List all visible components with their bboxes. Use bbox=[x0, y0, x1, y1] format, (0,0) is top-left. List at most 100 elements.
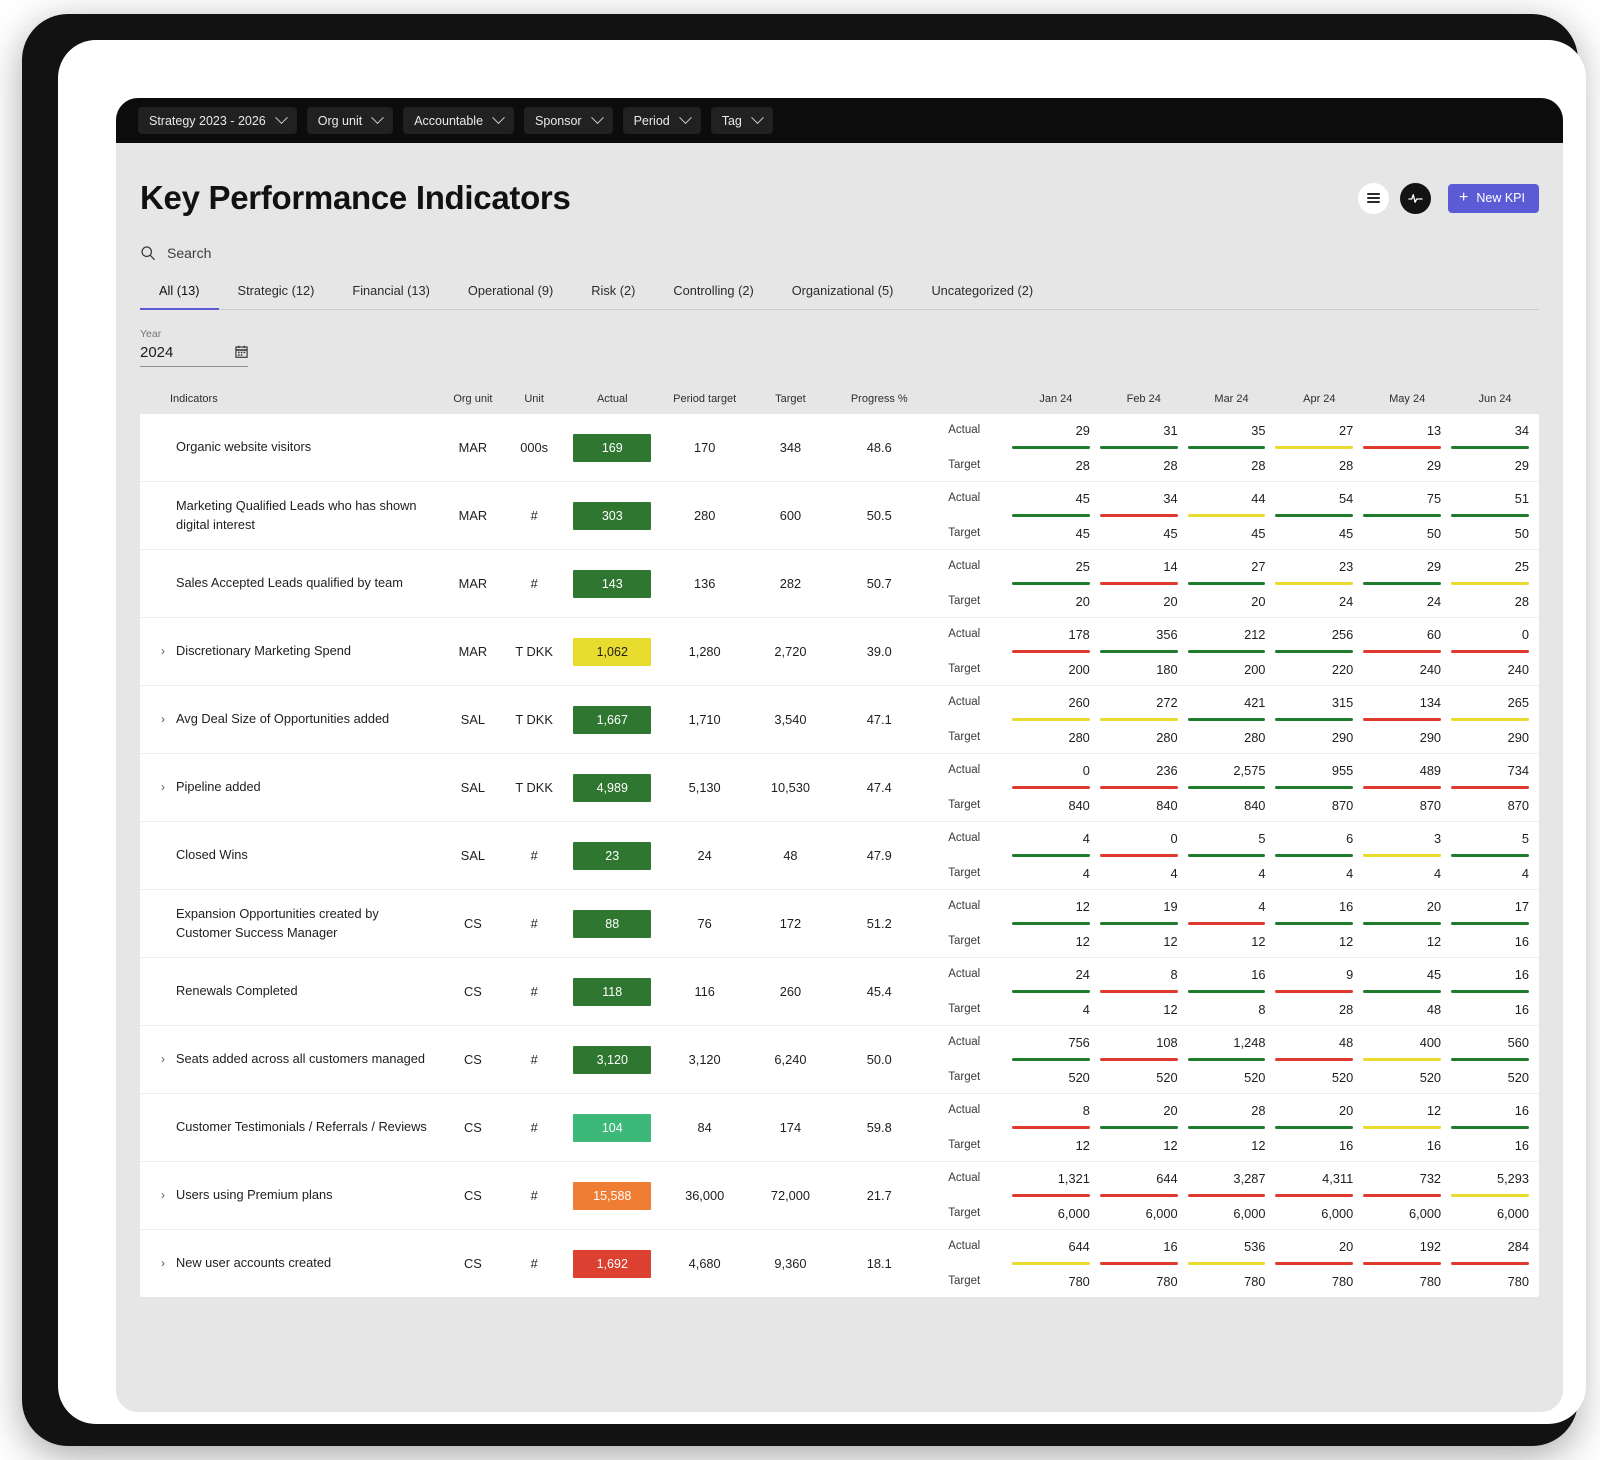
cell-unit: # bbox=[530, 984, 538, 999]
monthly-target-value: 290 bbox=[1331, 729, 1354, 745]
table-row[interactable]: ›Closed WinsSAL#23244847.9ActualTarget44… bbox=[140, 821, 1539, 890]
tab-uncategorized[interactable]: Uncategorized (2) bbox=[912, 283, 1052, 309]
cell-indicator: › Seats added across all customers manage… bbox=[140, 1026, 441, 1094]
monthly-target-value: 16 bbox=[1514, 933, 1529, 949]
cell-month-may-24: 192 780 bbox=[1363, 1230, 1451, 1298]
cell-unit: T DKK bbox=[515, 712, 553, 727]
series-label-actual: Actual bbox=[948, 968, 981, 980]
monthly-actual-value: 108 bbox=[1156, 1034, 1178, 1050]
cell-month-jun-24: 17 16 bbox=[1451, 890, 1539, 958]
table-row[interactable]: › New user accounts created CS #1,692 4,680 9… bbox=[140, 1229, 1539, 1298]
table-row[interactable]: ›Marketing Qualified Leads who has shown… bbox=[140, 481, 1539, 550]
cell-target: 72,000 bbox=[770, 1188, 810, 1203]
tab-financial[interactable]: Financial (13) bbox=[333, 283, 449, 309]
year-filter[interactable]: Year 2024 bbox=[140, 328, 248, 367]
plus-icon: + bbox=[1459, 189, 1469, 206]
cell-target: 9,360 bbox=[774, 1256, 807, 1271]
search-bar[interactable]: Search bbox=[140, 245, 1539, 261]
monthly-actual-value: 75 bbox=[1426, 490, 1442, 506]
monthly-target-value: 45 bbox=[1163, 525, 1178, 541]
table-row[interactable]: ›Customer Testimonials / Referrals / Rev… bbox=[140, 1093, 1539, 1162]
cell-actual: 118 bbox=[564, 958, 661, 1026]
indicator-name: Customer Testimonials / Referrals / Revi… bbox=[176, 1119, 427, 1135]
cell-indicator: › Users using Premium plans bbox=[140, 1162, 441, 1230]
col-series-labels bbox=[926, 383, 1012, 414]
tab-all[interactable]: All (13) bbox=[140, 283, 219, 310]
table-row[interactable]: ›Organic website visitors MAR 000s 169 170 34… bbox=[140, 414, 1539, 482]
cell-month-may-24: 20 12 bbox=[1363, 890, 1451, 958]
table-row[interactable]: › Pipeline added SAL T DKK 4,989 5,130 10,530 4… bbox=[140, 753, 1539, 822]
cell-actual: 23 bbox=[564, 822, 661, 890]
table-header: Indicators Org unit Unit Actual Period targe… bbox=[140, 383, 1539, 414]
cell-month-mar-24: 4 12 bbox=[1187, 890, 1276, 958]
list-icon bbox=[1367, 190, 1381, 205]
cell-actual: 1,692 bbox=[564, 1230, 661, 1298]
filter-accountable[interactable]: Accountable bbox=[403, 107, 515, 134]
series-label-target: Target bbox=[948, 1207, 981, 1219]
monthly-target-value: 12 bbox=[1426, 933, 1442, 949]
monthly-target-value: 780 bbox=[1419, 1273, 1442, 1289]
filter-strategy[interactable]: Strategy 2023 - 2026 bbox=[138, 107, 297, 134]
series-label-actual: Actual bbox=[948, 1104, 981, 1116]
tab-risk[interactable]: Risk (2) bbox=[572, 283, 654, 309]
filter-period[interactable]: Period bbox=[622, 107, 701, 134]
monthly-actual-value: 272 bbox=[1156, 694, 1178, 710]
filter-tag[interactable]: Tag bbox=[710, 107, 773, 134]
monthly-actual-value: 5 bbox=[1521, 830, 1529, 846]
series-label-actual: Actual bbox=[948, 764, 981, 776]
cell-period-target: 36,000 bbox=[685, 1188, 725, 1203]
expand-chevron-icon[interactable]: › bbox=[158, 1255, 168, 1272]
cell-month-jan-24: 29 28 bbox=[1012, 414, 1100, 482]
col-actual: Actual bbox=[563, 383, 661, 414]
table-row[interactable]: › Avg Deal Size of Opportunities added SAL… bbox=[140, 685, 1539, 754]
table-row[interactable]: › Discretionary Marketing Spend MAR T DKK 1,… bbox=[140, 617, 1539, 686]
table-row[interactable]: ›Sales Accepted Leads qualified by team M… bbox=[140, 549, 1539, 618]
monthly-target-value: 780 bbox=[1068, 1273, 1090, 1289]
table-row[interactable]: ›Renewals Completed CS #118 116 260 45.4 Actua… bbox=[140, 957, 1539, 1026]
tab-strategic[interactable]: Strategic (12) bbox=[219, 283, 334, 309]
expand-chevron-icon[interactable]: › bbox=[158, 711, 168, 728]
cell-target: 172 bbox=[779, 916, 802, 931]
monthly-actual-value: 16 bbox=[1514, 966, 1529, 982]
expand-chevron-icon[interactable]: › bbox=[158, 1051, 168, 1068]
monthly-actual-value: 560 bbox=[1507, 1034, 1529, 1050]
list-view-button[interactable] bbox=[1358, 182, 1390, 214]
indicator-name: Discretionary Marketing Spend bbox=[176, 643, 351, 659]
chart-view-button[interactable] bbox=[1400, 182, 1432, 214]
monthly-target-value: 6,000 bbox=[1321, 1205, 1354, 1221]
monthly-target-value: 29 bbox=[1426, 457, 1442, 473]
expand-chevron-icon[interactable]: › bbox=[158, 1187, 168, 1204]
table-row[interactable]: ›Expansion Opportunities created by Cust… bbox=[140, 889, 1539, 958]
cell-series-labels: Actual Target bbox=[926, 1162, 1012, 1230]
cell-month-jan-24: 1,321 6,000 bbox=[1012, 1162, 1100, 1230]
monthly-target-value: 870 bbox=[1419, 797, 1442, 813]
filter-sponsor[interactable]: Sponsor bbox=[524, 107, 613, 134]
series-label-target: Target bbox=[948, 731, 981, 743]
monthly-target-value: 4 bbox=[1521, 865, 1529, 881]
col-month-apr-24: Apr 24 bbox=[1275, 383, 1364, 414]
actual-badge: 303 bbox=[573, 501, 652, 530]
expand-chevron-icon[interactable]: › bbox=[158, 643, 168, 660]
monthly-actual-value: 1,321 bbox=[1057, 1170, 1090, 1186]
table-row[interactable]: › Seats added across all customers manage… bbox=[140, 1025, 1539, 1094]
tab-controlling[interactable]: Controlling (2) bbox=[654, 283, 772, 309]
cell-period-target: 1,710 bbox=[688, 712, 721, 727]
cell-indicator: ›Expansion Opportunities created by Cust… bbox=[140, 890, 441, 958]
calendar-icon[interactable] bbox=[235, 345, 248, 361]
series-label-actual: Actual bbox=[948, 832, 981, 844]
expand-chevron-icon[interactable]: › bbox=[158, 779, 168, 796]
new-kpi-button[interactable]: + New KPI bbox=[1448, 183, 1539, 213]
monthly-target-value: 870 bbox=[1331, 797, 1354, 813]
search-input[interactable]: Search bbox=[167, 245, 211, 261]
cell-month-may-24: 134 290 bbox=[1363, 686, 1451, 754]
year-value[interactable]: 2024 bbox=[140, 344, 173, 361]
cell-progress: 39.0 bbox=[866, 644, 892, 659]
series-label-target: Target bbox=[948, 1071, 981, 1083]
filter-org-unit[interactable]: Org unit bbox=[306, 107, 394, 134]
tab-operational[interactable]: Operational (9) bbox=[449, 283, 572, 309]
tab-organizational[interactable]: Organizational (5) bbox=[773, 283, 913, 309]
cell-period-target: 24 bbox=[697, 848, 712, 863]
monthly-actual-value: 734 bbox=[1507, 762, 1529, 778]
cell-series-labels: Actual Target bbox=[926, 686, 1012, 754]
table-row[interactable]: › Users using Premium plans CS #15,588 36,00… bbox=[140, 1161, 1539, 1230]
